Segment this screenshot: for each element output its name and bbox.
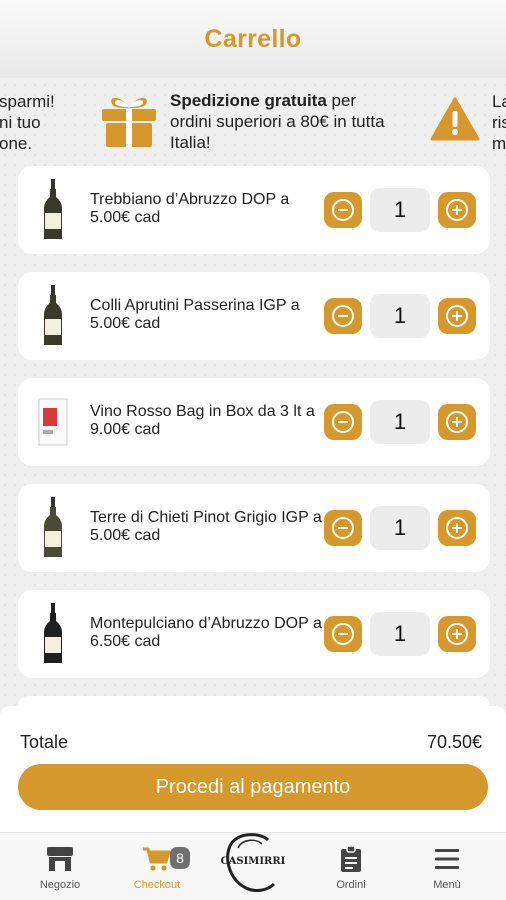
promo-left-line: one. [0,134,33,151]
brand-logo[interactable]: CASIMIRRI [216,832,290,894]
minus-icon [332,623,354,645]
checkout-footer: Totale 70.50€ Procedi al pagamento [0,706,506,832]
increase-button[interactable] [438,192,476,228]
promo-carousel[interactable]: sparmi! ni tuo one. Spedizione gratuita … [0,78,506,156]
plus-icon [446,305,468,327]
promo-right-line: La [492,92,506,111]
quantity-field[interactable]: 1 [370,188,430,232]
promo-slide-next: La ris m [492,91,506,154]
item-name: Vino Rosso Bag in Box da 3 lt a 9.00€ ca… [90,403,315,438]
total-label: Totale [20,732,69,752]
cart-count-badge: 8 [170,847,190,869]
quantity-field[interactable]: 1 [370,506,430,550]
decrease-button[interactable] [324,510,362,546]
plus-icon [446,517,468,539]
decrease-button[interactable] [324,616,362,652]
cart-item: Trebbiano d’Abruzzo DOP a 5.00€ cad 1 [18,166,490,254]
cart-icon [143,847,171,871]
promo-left-line: ni tuo [0,113,41,132]
wine-bottle-icon [38,178,68,242]
promo-right-line: m [492,134,506,153]
nav-item-negozio[interactable]: Negozio [15,843,105,891]
logo-text: CASIMIRRI [221,856,286,867]
plus-icon [446,199,468,221]
decrease-button[interactable] [324,192,362,228]
wine-bottle-icon [38,496,68,560]
promo-right-line: ris [492,113,506,132]
promo-left-line: sparmi! [0,92,55,111]
plus-icon [446,411,468,433]
item-name: Trebbiano d’Abruzzo DOP a 5.00€ cad [90,191,290,226]
checkout-button[interactable]: Procedi al pagamento [18,764,488,810]
minus-icon [332,305,354,327]
promo-text: Spedizione gratuita per ordini superiori… [170,90,390,153]
minus-icon [332,517,354,539]
cart-item: Montepulciano d’Abruzzo DOP a 6.50€ cad … [18,590,490,678]
nav-label: Ordini [336,879,366,891]
quantity-field[interactable]: 1 [370,294,430,338]
bag-in-box-icon [38,390,68,454]
increase-button[interactable] [438,404,476,440]
hamburger-icon [435,849,459,869]
increase-button[interactable] [438,510,476,546]
decrease-button[interactable] [324,298,362,334]
clipboard-icon [341,845,361,872]
nav-item-menu[interactable]: Menù [402,843,492,891]
promo-title: Spedizione gratuita [170,91,327,110]
item-name: Terre di Chieti Pinot Grigio IGP a 5.00€… [90,509,322,544]
promo-slide-previous: sparmi! ni tuo one. [0,91,80,151]
cart-item: Vino Rosso Bag in Box da 3 lt a 9.00€ ca… [18,378,490,466]
casimirri-logo-icon: CASIMIRRI [221,833,286,893]
page-title: Carrello [204,24,302,53]
store-icon [47,847,73,871]
nav-item-checkout[interactable]: 8 Checkout [112,843,202,891]
gift-icon [102,97,156,147]
cart-item: Colli Aprutini Passerina IGP a 5.00€ cad… [18,272,490,360]
item-name: Montepulciano d’Abruzzo DOP a 6.50€ cad [90,615,322,650]
decrease-button[interactable] [324,404,362,440]
cart-list: Trebbiano d’Abruzzo DOP a 5.00€ cad 1 Co… [18,166,490,734]
increase-button[interactable] [438,616,476,652]
increase-button[interactable] [438,298,476,334]
warning-icon [430,97,480,141]
wine-bottle-icon [38,284,68,348]
item-name: Colli Aprutini Passerina IGP a 5.00€ cad [90,297,300,332]
nav-label: Negozio [39,879,81,891]
quantity-field[interactable]: 1 [370,400,430,444]
total-value: 70.50€ [426,732,482,752]
minus-icon [332,411,354,433]
quantity-field[interactable]: 1 [370,612,430,656]
plus-icon [446,623,468,645]
nav-label: Menù [433,879,461,891]
nav-item-ordini[interactable]: Ordini [306,843,396,891]
minus-icon [332,199,354,221]
nav-label: Checkout [133,879,181,891]
app-header: Carrello [0,0,506,78]
cart-item: Terre di Chieti Pinot Grigio IGP a 5.00€… [18,484,490,572]
wine-bottle-icon [38,602,68,666]
